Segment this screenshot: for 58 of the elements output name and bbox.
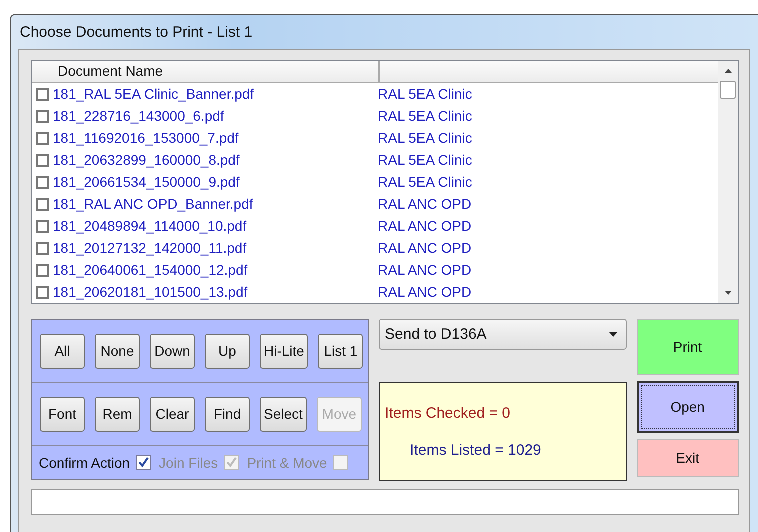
tool-button[interactable]: Down — [150, 334, 195, 368]
document-name[interactable]: 181_20640061_154000_12.pdf — [53, 262, 248, 278]
document-group: RAL 5EA Clinic — [378, 108, 472, 124]
document-group: RAL ANC OPD — [378, 196, 472, 212]
document-group: RAL ANC OPD — [378, 218, 472, 234]
document-group: RAL ANC OPD — [378, 240, 472, 256]
tool-button[interactable]: Find — [205, 396, 250, 432]
option-label: Join Files — [159, 454, 218, 470]
row-checkbox[interactable] — [36, 154, 49, 166]
document-group: RAL ANC OPD — [378, 262, 472, 278]
option-label: Print & Move — [247, 454, 328, 470]
option-label: Confirm Action — [39, 454, 130, 470]
row-checkbox[interactable] — [36, 176, 49, 188]
scroll-thumb[interactable] — [720, 81, 736, 99]
row-checkbox[interactable] — [36, 132, 49, 144]
document-name[interactable]: 181_RAL ANC OPD_Banner.pdf — [53, 196, 254, 212]
row-checkbox[interactable] — [36, 264, 49, 276]
tool-button[interactable]: Clear — [150, 396, 195, 432]
row-checkbox[interactable] — [36, 110, 49, 122]
scrollbar[interactable] — [718, 61, 738, 303]
scroll-up-icon[interactable] — [724, 69, 732, 73]
document-name[interactable]: 181_20127132_142000_11.pdf — [53, 240, 247, 256]
exit-button[interactable]: Exit — [636, 439, 740, 477]
tool-button[interactable]: None — [95, 334, 140, 368]
open-button[interactable]: Open — [636, 381, 740, 433]
document-name[interactable]: 181_20632899_160000_8.pdf — [53, 152, 240, 168]
tool-button[interactable]: Hi-Lite — [260, 334, 308, 368]
tool-button[interactable]: Up — [205, 334, 250, 368]
option-checkbox[interactable] — [136, 455, 152, 470]
document-name[interactable]: 181_RAL 5EA Clinic_Banner.pdf — [53, 86, 254, 102]
item-count: Items Checked = 0 — [385, 404, 512, 422]
scroll-down-icon[interactable] — [724, 291, 732, 295]
document-group: RAL 5EA Clinic — [378, 86, 472, 102]
row-checkbox[interactable] — [36, 198, 49, 210]
document-group: RAL 5EA Clinic — [378, 152, 472, 168]
tool-button[interactable]: List 1 — [318, 334, 364, 368]
document-group: RAL 5EA Clinic — [378, 174, 472, 190]
document-group: RAL 5EA Clinic — [378, 130, 472, 146]
row-checkbox[interactable] — [36, 286, 49, 298]
row-checkbox[interactable] — [36, 220, 49, 232]
status-field[interactable] — [31, 489, 739, 515]
item-count: Items Listed = 1029 — [409, 442, 542, 458]
document-name[interactable]: 181_20661534_150000_9.pdf — [53, 174, 240, 190]
row-checkbox[interactable] — [36, 242, 49, 254]
document-name[interactable]: 181_228716_143000_6.pdf — [53, 108, 224, 124]
document-name[interactable]: 181_20620181_101500_13.pdf — [53, 284, 248, 300]
document-name[interactable]: 181_11692016_153000_7.pdf — [53, 130, 239, 146]
tool-button[interactable]: All — [40, 334, 85, 368]
document-name[interactable]: 181_20489894_114000_10.pdf — [53, 218, 247, 234]
document-group: RAL ANC OPD — [378, 284, 472, 300]
print-button[interactable]: Print — [636, 319, 740, 375]
window-title: Choose Documents to Print - List 1 — [20, 24, 253, 40]
row-checkbox[interactable] — [36, 88, 49, 100]
tool-button[interactable]: Select — [260, 396, 307, 432]
printer-dropdown[interactable]: Send to D136A — [379, 319, 627, 350]
tool-button[interactable]: Font — [40, 396, 85, 432]
tool-button[interactable]: Rem — [95, 396, 140, 432]
dropdown-caret-icon — [608, 332, 618, 337]
